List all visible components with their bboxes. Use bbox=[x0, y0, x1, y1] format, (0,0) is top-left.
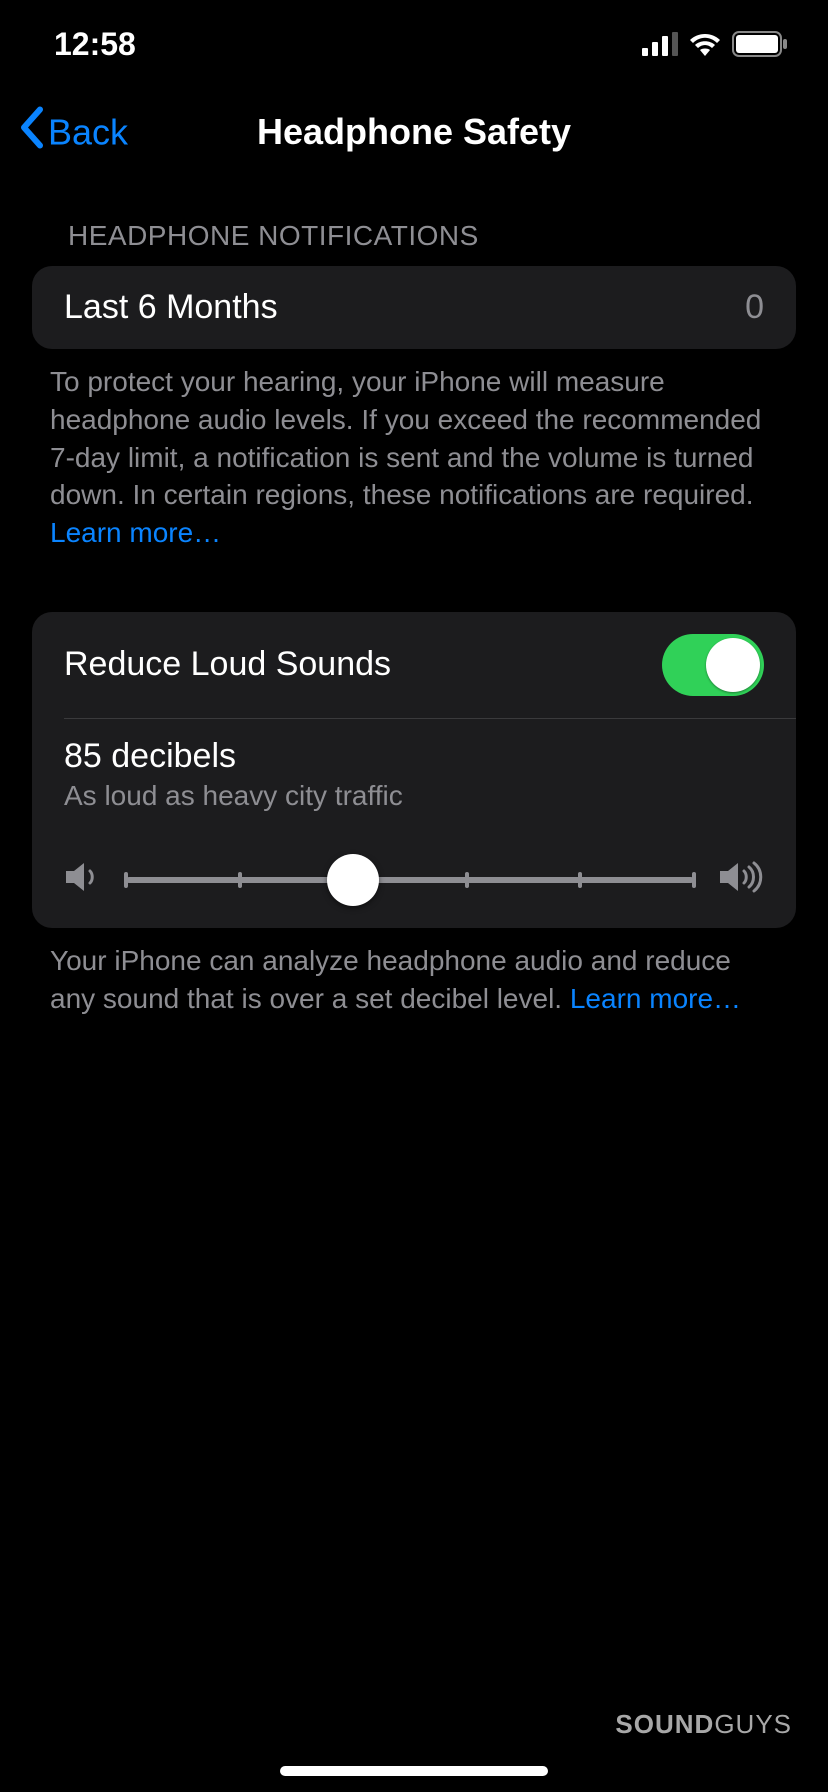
status-indicators bbox=[642, 31, 788, 57]
home-indicator[interactable] bbox=[280, 1766, 548, 1776]
reduce-loud-sounds-row: Reduce Loud Sounds bbox=[32, 612, 796, 718]
decibel-slider[interactable] bbox=[126, 860, 694, 900]
reduce-learn-more-link[interactable]: Learn more… bbox=[570, 983, 741, 1014]
watermark-bold: SOUND bbox=[615, 1709, 714, 1739]
decibel-description: As loud as heavy city traffic bbox=[64, 780, 764, 812]
toggle-knob bbox=[706, 638, 760, 692]
status-bar: 12:58 bbox=[0, 0, 828, 88]
last-6-months-row[interactable]: Last 6 Months 0 bbox=[32, 266, 796, 349]
page-title: Headphone Safety bbox=[257, 111, 571, 153]
slider-tick bbox=[692, 872, 696, 888]
wifi-icon bbox=[688, 32, 722, 56]
notifications-footer-text: To protect your hearing, your iPhone wil… bbox=[50, 366, 761, 510]
volume-high-icon bbox=[718, 860, 764, 899]
decibel-value: 85 decibels bbox=[64, 737, 764, 776]
reduce-group: Reduce Loud Sounds 85 decibels As loud a… bbox=[32, 612, 796, 928]
decibel-cell: 85 decibels As loud as heavy city traffi… bbox=[32, 719, 796, 928]
reduce-footer: Your iPhone can analyze headphone audio … bbox=[32, 928, 796, 1018]
notifications-learn-more-link[interactable]: Learn more… bbox=[50, 517, 221, 548]
slider-tick bbox=[465, 872, 469, 888]
volume-low-icon bbox=[64, 860, 102, 899]
slider-tick bbox=[124, 872, 128, 888]
nav-bar: Back Headphone Safety bbox=[0, 88, 828, 176]
slider-tick bbox=[238, 872, 242, 888]
row-value: 0 bbox=[745, 288, 764, 327]
watermark: SOUNDGUYS bbox=[615, 1709, 792, 1740]
slider-thumb[interactable] bbox=[327, 854, 379, 906]
back-label: Back bbox=[48, 111, 128, 153]
notifications-group: Last 6 Months 0 bbox=[32, 266, 796, 349]
status-time: 12:58 bbox=[54, 26, 136, 63]
slider-tick bbox=[578, 872, 582, 888]
row-label: Last 6 Months bbox=[64, 288, 278, 327]
notifications-footer: To protect your hearing, your iPhone wil… bbox=[32, 349, 796, 552]
cellular-icon bbox=[642, 32, 678, 56]
battery-icon bbox=[732, 31, 788, 57]
chevron-left-icon bbox=[18, 107, 44, 158]
watermark-rest: GUYS bbox=[714, 1709, 792, 1739]
reduce-toggle-label: Reduce Loud Sounds bbox=[64, 645, 391, 684]
reduce-loud-sounds-toggle[interactable] bbox=[662, 634, 764, 696]
back-button[interactable]: Back bbox=[18, 107, 128, 158]
section-header-notifications: HEADPHONE NOTIFICATIONS bbox=[32, 176, 796, 266]
decibel-slider-row bbox=[64, 860, 764, 900]
slider-track bbox=[126, 877, 694, 883]
